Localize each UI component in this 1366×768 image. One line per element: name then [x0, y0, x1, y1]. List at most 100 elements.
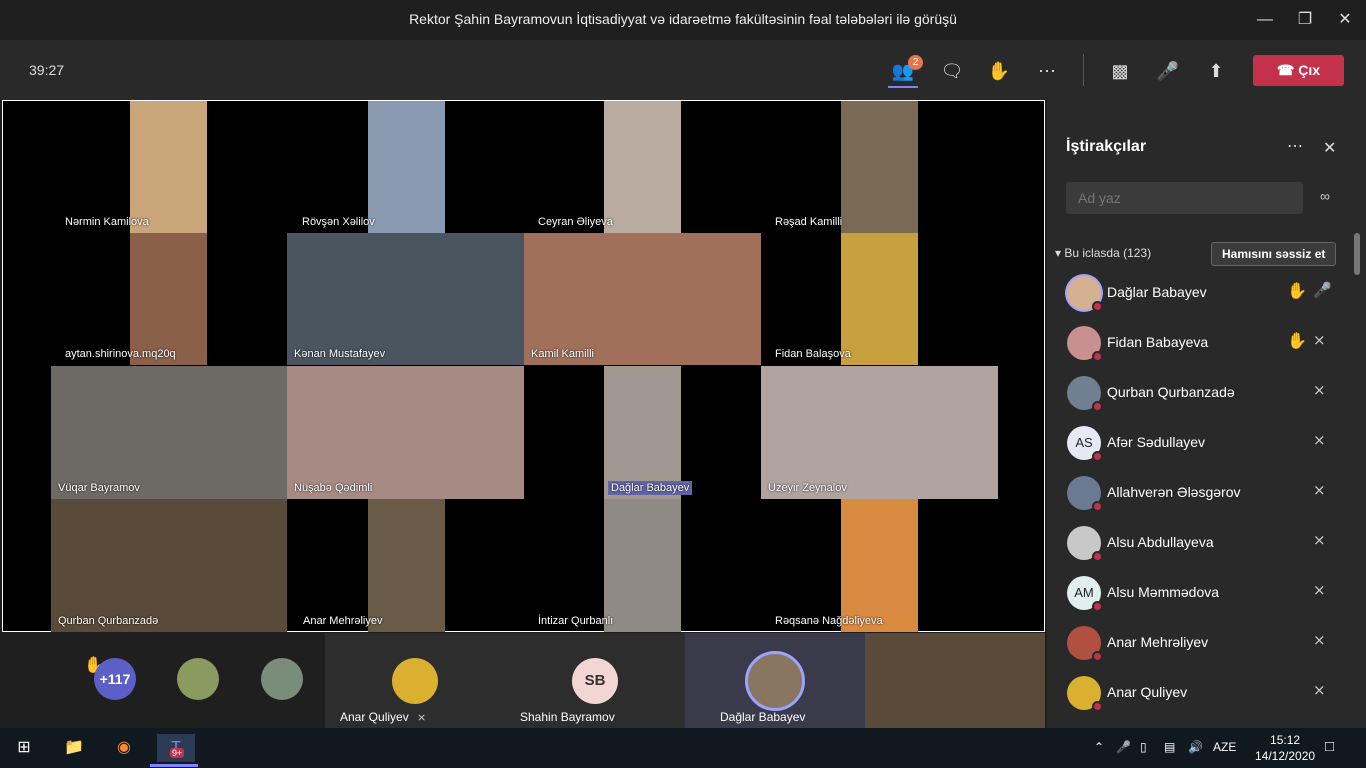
- tile-name-label: Kənan Mustafayev: [294, 348, 386, 360]
- participants-panel: İştirakçılar ⋯ ✕ ∞ ▾ Bu iclasda (123) Ha…: [1047, 100, 1366, 728]
- teams-badge: 9+: [170, 748, 185, 758]
- status-dot: [1092, 401, 1103, 412]
- volume-icon[interactable]: 🔊: [1188, 740, 1203, 754]
- mic-off-icon[interactable]: ⨯: [1313, 481, 1326, 499]
- title-bar: Rektor Şahin Bayramovun İqtisadiyyat və …: [0, 0, 1366, 40]
- video-tile[interactable]: Vüqar Bayramov: [51, 366, 287, 499]
- network-icon[interactable]: ▤: [1164, 740, 1175, 754]
- tile-name-label: Vüqar Bayramov: [58, 482, 140, 494]
- participant-cell[interactable]: Dağlar Babayev: [685, 633, 865, 728]
- tile-name-label: Kamil Kamilli: [531, 348, 594, 360]
- video-tile[interactable]: Fidan Balaşova: [775, 233, 918, 365]
- maximize-icon[interactable]: ❐: [1290, 8, 1320, 32]
- leave-call-button[interactable]: ☎ Çıx: [1253, 55, 1344, 86]
- search-input[interactable]: [1066, 182, 1303, 214]
- mute-all-button[interactable]: Hamısını səssiz et: [1211, 242, 1337, 266]
- participant-cell[interactable]: SB Shahin Bayramov: [505, 633, 685, 728]
- avatar: [745, 651, 805, 711]
- clock[interactable]: 15:12 14/12/2020: [1255, 732, 1315, 764]
- participant-row[interactable]: Qurban Qurbanzadə ⨯: [1047, 368, 1347, 418]
- mic-off-icon[interactable]: ⨯: [1313, 631, 1326, 649]
- status-dot: [1092, 601, 1103, 612]
- minimize-icon[interactable]: —: [1250, 8, 1280, 32]
- participant-row[interactable]: Anar Mehrəliyev ⨯: [1047, 618, 1347, 668]
- avatar: [177, 658, 219, 700]
- mic-off-icon[interactable]: 🎤: [1155, 58, 1181, 84]
- call-controls-bar: 39:27 👥 🗨 ✋ ⋯ ▩ 🎤 ⬆: [0, 40, 1366, 100]
- overflow-count[interactable]: +117: [94, 658, 136, 700]
- mic-icon[interactable]: 🎤: [1116, 740, 1131, 754]
- video-tile[interactable]: Anar Mehrəliyev: [303, 499, 445, 632]
- avatar: [1067, 676, 1103, 712]
- status-dot: [1092, 701, 1103, 712]
- avatar: [1067, 526, 1103, 562]
- more-options-icon[interactable]: ⋯: [1034, 58, 1060, 84]
- participant-row[interactable]: Fidan Babayeva ✋ ⨯: [1047, 318, 1347, 368]
- mic-off-icon[interactable]: ⨯: [1313, 381, 1326, 399]
- participant-cell[interactable]: Anar Quliyev ⨯: [325, 633, 505, 728]
- video-tile[interactable]: Rövşən Xəlilov: [302, 101, 445, 233]
- time: 15:12: [1270, 733, 1301, 747]
- toolbar-divider: [1083, 54, 1084, 86]
- avatar: [1067, 276, 1103, 312]
- video-tile[interactable]: Rəqsanə Nağdəliyeva: [775, 499, 918, 632]
- language-indicator[interactable]: AZE: [1213, 740, 1236, 754]
- battery-icon[interactable]: ▯: [1140, 740, 1147, 754]
- call-timer: 39:27: [29, 62, 65, 78]
- raised-hand-icon: ✋: [1287, 333, 1307, 350]
- mic-on-icon[interactable]: 🎤: [1313, 281, 1332, 299]
- panel-more-icon[interactable]: ⋯: [1287, 136, 1303, 156]
- chevron-down-icon: ▾: [1055, 246, 1062, 260]
- video-tile[interactable]: Kənan Mustafayev: [287, 233, 524, 365]
- section-header[interactable]: ▾ Bu iclasda (123): [1055, 246, 1151, 260]
- avatar: [392, 658, 438, 704]
- video-tile[interactable]: Kamil Kamilli: [524, 233, 761, 365]
- file-explorer-icon[interactable]: 📁: [60, 734, 88, 762]
- participant-name: Allahverən Ələsgərov: [1107, 484, 1241, 500]
- participant-name: Anar Quliyev: [340, 710, 409, 724]
- mic-off-icon[interactable]: ⨯: [1313, 331, 1326, 349]
- participant-name: Dağlar Babayev: [1107, 284, 1207, 300]
- video-tile[interactable]: aytan.shirinova.mq20q: [65, 233, 207, 365]
- share-screen-icon[interactable]: ⬆: [1203, 58, 1229, 84]
- chevron-up-icon[interactable]: ⌃: [1094, 740, 1104, 754]
- mic-off-icon[interactable]: ⨯: [1313, 581, 1326, 599]
- participant-row[interactable]: AS Afər Sədullayev ⨯: [1047, 418, 1347, 468]
- camera-icon[interactable]: ▩: [1107, 58, 1133, 84]
- video-tile[interactable]: Qurban Qurbanzadə: [51, 499, 287, 632]
- chat-icon[interactable]: 🗨: [939, 58, 965, 84]
- notifications-icon[interactable]: □: [1325, 738, 1334, 755]
- status-dot: [1092, 551, 1103, 562]
- participant-row[interactable]: Dağlar Babayev ✋ 🎤: [1047, 268, 1347, 318]
- avatar-initials: AS: [1075, 435, 1093, 450]
- windows-start-icon[interactable]: ⊞: [10, 734, 38, 762]
- participant-row[interactable]: AM Alsu Məmmədova ⨯: [1047, 568, 1347, 618]
- close-panel-icon[interactable]: ✕: [1323, 138, 1336, 158]
- active-tab-indicator: [888, 86, 918, 88]
- mic-off-icon[interactable]: ⨯: [1313, 531, 1326, 549]
- video-tile[interactable]: Nüşabə Qədimli: [287, 366, 524, 499]
- avatar: [1067, 476, 1103, 512]
- video-tile[interactable]: Rəşad Kamilli: [775, 101, 918, 233]
- participant-row[interactable]: Alsu Abdullayeva ⨯: [1047, 518, 1347, 568]
- video-tile[interactable]: Nərmin Kamilova: [65, 101, 207, 233]
- avatar-initials: SB: [572, 658, 618, 704]
- mic-off-icon[interactable]: ⨯: [1313, 681, 1326, 699]
- self-video: [865, 633, 1045, 728]
- video-tile[interactable]: İntizar Qurbanlı: [538, 499, 681, 632]
- firefox-icon[interactable]: ◉: [110, 734, 138, 762]
- participant-name: Qurban Qurbanzadə: [1107, 384, 1235, 400]
- participant-row[interactable]: Allahverən Ələsgərov ⨯: [1047, 468, 1347, 518]
- share-link-icon[interactable]: ∞: [1320, 188, 1330, 204]
- window-title: Rektor Şahin Bayramovun İqtisadiyyat və …: [409, 11, 957, 27]
- tile-name-label: Ceyran Əliyeva: [538, 216, 613, 228]
- raise-hand-icon[interactable]: ✋: [986, 58, 1012, 84]
- scrollbar[interactable]: [1354, 233, 1360, 275]
- video-tile[interactable]: Dağlar Babayev: [604, 366, 693, 499]
- taskbar: ⊞ 📁 ◉ T 9+ ⌃ 🎤 ▯ ▤ 🔊 AZE 15:12 14/12/202…: [0, 728, 1366, 768]
- mic-off-icon[interactable]: ⨯: [1313, 431, 1326, 449]
- video-tile[interactable]: Üzeyir Zeynalov: [761, 366, 998, 499]
- close-window-icon[interactable]: ✕: [1330, 8, 1360, 32]
- video-tile[interactable]: Ceyran Əliyeva: [538, 101, 681, 233]
- participant-row[interactable]: Anar Quliyev ⨯: [1047, 668, 1347, 718]
